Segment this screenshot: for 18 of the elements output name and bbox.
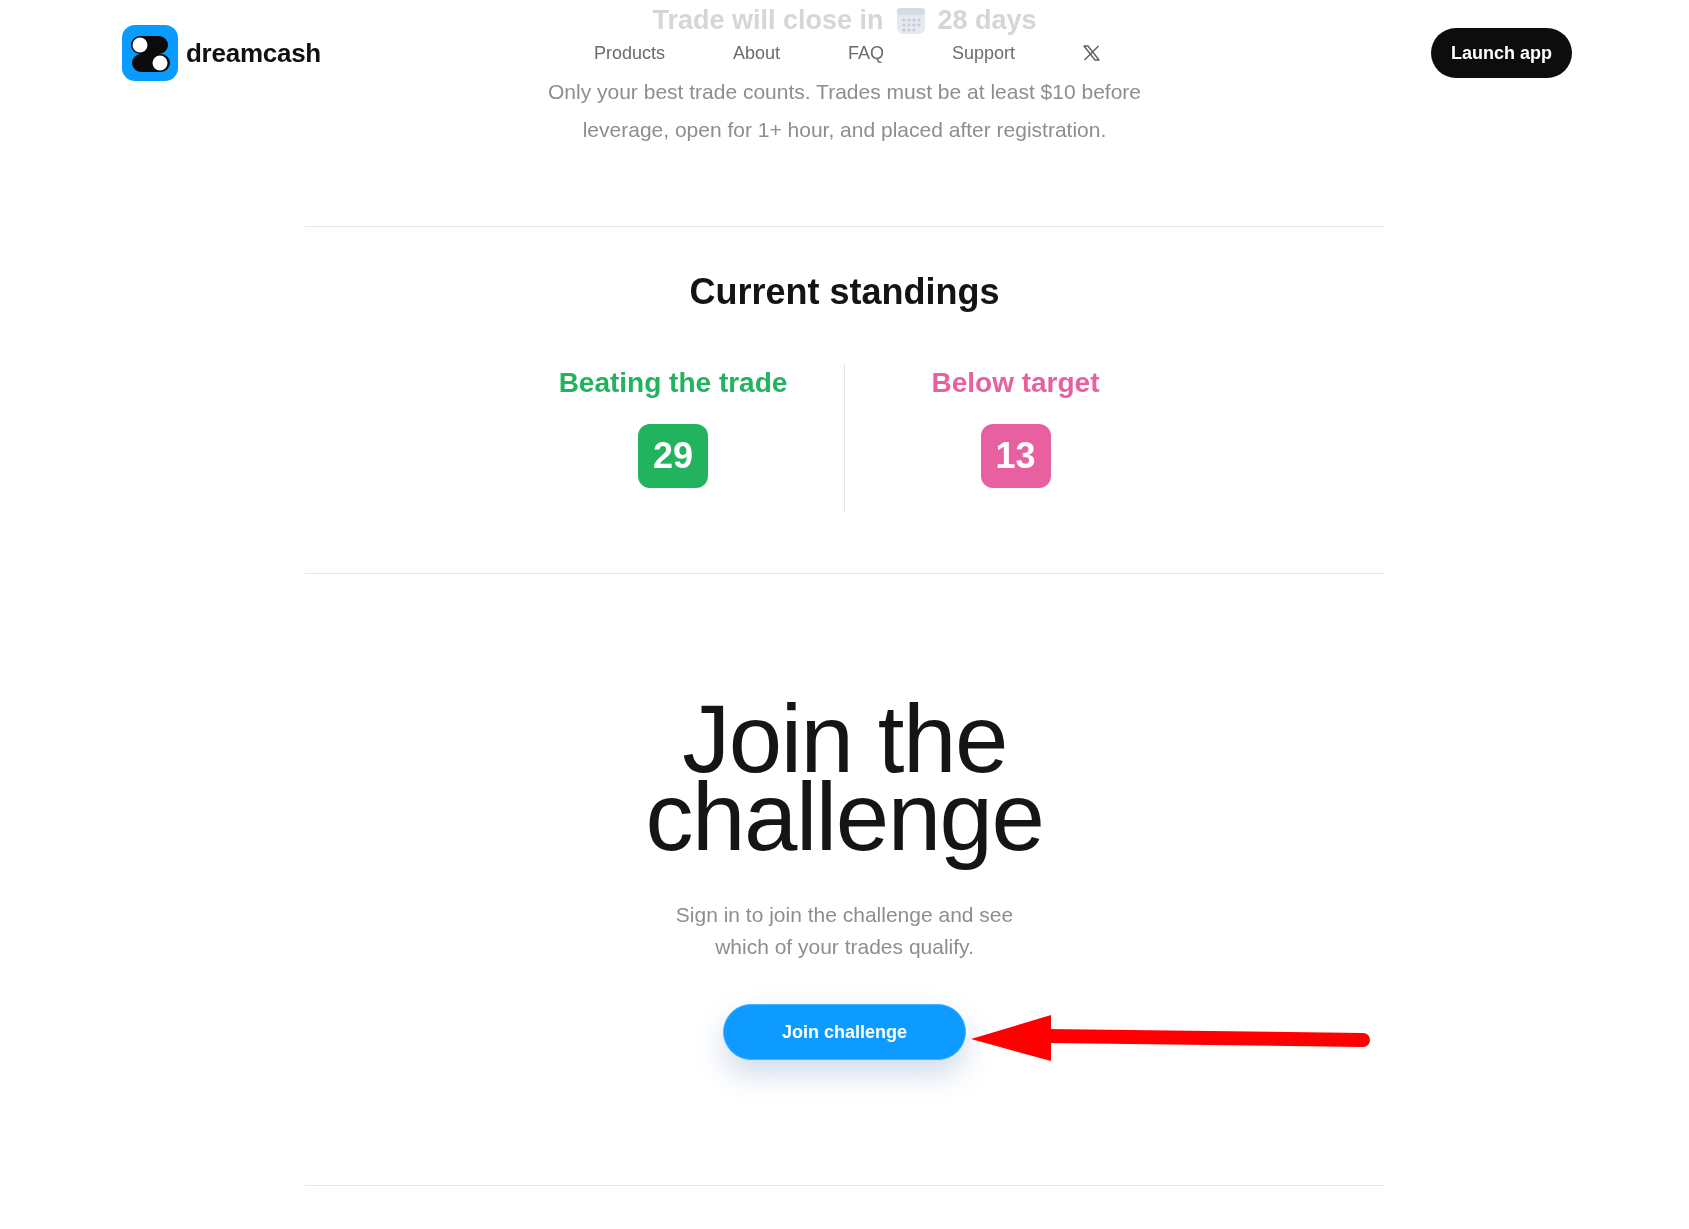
calendar-icon: [895, 5, 926, 35]
count-badge: 29: [638, 424, 708, 488]
x-letter-icon[interactable]: [1083, 45, 1101, 61]
section-title: Current standings: [689, 270, 1000, 314]
nav-link[interactable]: About: [732, 41, 780, 65]
rules-text: Only your best trade counts. Trades must be at least $10 before leverage, open for 1+ hour, and placed after registration.: [547, 79, 1142, 143]
nav-link[interactable]: Support: [952, 41, 1016, 65]
hero-subtitle: Sign in to join the challenge and see which of your trades qualify.: [674, 902, 1015, 960]
nav-link[interactable]: Products: [593, 41, 665, 65]
standing-label: Beating the trade: [558, 366, 788, 400]
nav-link[interactable]: FAQ: [848, 41, 885, 65]
logo-icon[interactable]: [122, 25, 178, 81]
count-badge: 13: [980, 424, 1051, 488]
launch-app-button[interactable]: Launch app: [1431, 28, 1572, 78]
join-challenge-button[interactable]: Join challenge: [723, 1004, 966, 1060]
standing-label: Below target: [931, 366, 1100, 400]
hero-title: Join the challenge: [645, 696, 1044, 872]
brand-name[interactable]: dreamcash: [186, 33, 321, 73]
